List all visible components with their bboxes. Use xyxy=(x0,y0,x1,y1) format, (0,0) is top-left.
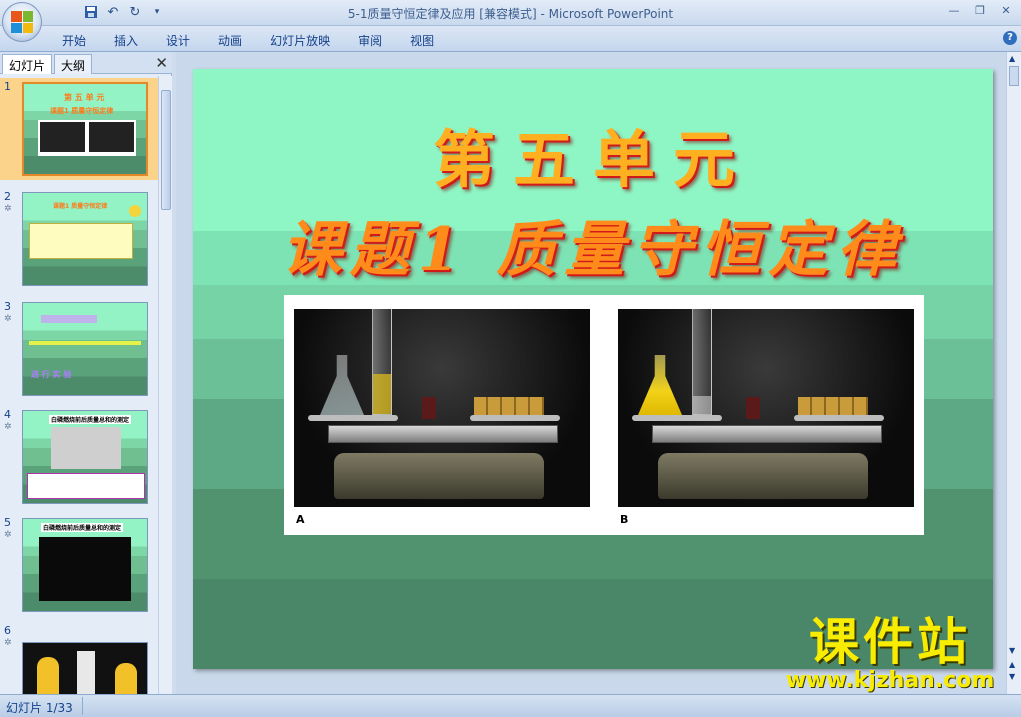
balance-photo[interactable]: A B xyxy=(284,295,924,535)
tab-slides[interactable]: 幻灯片 xyxy=(2,54,53,74)
thumb-preview: 进 行 实 验 xyxy=(22,302,148,396)
slide-thumbnail-2[interactable]: 2 ✲ 课题1 质量守恒定律 xyxy=(0,188,158,290)
right-pan xyxy=(794,415,884,421)
photo-b xyxy=(618,309,914,507)
slide-thumbnail-5[interactable]: 5 ✲ 白磷燃烧前后质量总和的测定 xyxy=(0,514,158,616)
office-logo-icon xyxy=(11,11,33,33)
tab-review[interactable]: 审阅 xyxy=(344,30,396,51)
help-icon[interactable]: ? xyxy=(1003,31,1017,45)
scroll-thumb[interactable] xyxy=(161,90,171,210)
thumb-number: 6 xyxy=(4,624,11,637)
title-bar: ↶ ↻ ▾ 5-1质量守恒定律及应用 [兼容模式] - Microsoft Po… xyxy=(0,0,1021,26)
animation-star-icon: ✲ xyxy=(4,530,12,540)
tab-design[interactable]: 设计 xyxy=(152,30,204,51)
thumb-preview: 课题1 质量守恒定律 xyxy=(22,192,148,286)
slide-counter: 幻灯片 1/33 xyxy=(6,701,73,715)
tab-outline[interactable]: 大纲 xyxy=(54,54,93,74)
flask xyxy=(320,355,364,415)
thumb-number: 3 xyxy=(4,300,11,313)
balance-base xyxy=(658,453,868,499)
watermark-url: www.kjzhan.com xyxy=(785,668,995,693)
slide-title-lesson[interactable]: 课题1 质量守恒定律 xyxy=(193,201,993,288)
scroll-thumb[interactable] xyxy=(1009,66,1019,86)
scroll-up-icon[interactable]: ▲ xyxy=(1009,54,1015,63)
photo-label-b: B xyxy=(620,513,629,526)
watermark: 课件站 www.kjzhan.com xyxy=(770,614,1010,692)
graduated-cylinder xyxy=(372,309,392,415)
thumb-number: 5 xyxy=(4,516,11,529)
left-pan xyxy=(632,415,722,421)
ribbon-tabs: 开始 插入 设计 动画 幻灯片放映 审阅 视图 xyxy=(48,30,448,51)
balance-base xyxy=(334,453,544,499)
photo-label-a: A xyxy=(296,513,305,526)
window-controls: — ❐ ✕ xyxy=(945,3,1015,19)
animation-star-icon: ✲ xyxy=(4,422,12,432)
thumb-text: 进 行 实 验 xyxy=(31,370,72,379)
thumb-text: 白磷燃烧前后质量总和的测定 xyxy=(41,523,124,532)
weights xyxy=(798,397,868,415)
thumb-text: 白磷燃烧前后质量总和的测定 xyxy=(49,415,132,424)
pane-tabs: 幻灯片 大纲 ✕ xyxy=(0,52,172,74)
photo-a xyxy=(294,309,590,507)
slide-editing-area: 第五单元 课题1 质量守恒定律 A B xyxy=(176,52,1006,694)
balance-beam xyxy=(652,425,882,443)
thumb-text: 课题1 质量守恒定律 xyxy=(50,107,114,115)
slide-title-unit[interactable]: 第五单元 xyxy=(193,109,993,199)
thumbnail-list: 1 第 五 单 元 课题1 质量守恒定律 2 ✲ 课题1 质量守恒定律 3 ✲ … xyxy=(0,76,158,694)
animation-star-icon: ✲ xyxy=(4,204,12,214)
slide-thumbnail-4[interactable]: 4 ✲ 白磷燃烧前后质量总和的测定 xyxy=(0,406,158,508)
thumb-text: 课题1 质量守恒定律 xyxy=(53,203,108,210)
close-icon[interactable]: ✕ xyxy=(997,3,1015,19)
minimize-icon[interactable]: — xyxy=(945,3,963,19)
watermark-brand: 课件站 xyxy=(809,613,971,671)
thumb-preview: 白磷燃烧前后质量总和的测定 xyxy=(22,518,148,612)
animation-star-icon: ✲ xyxy=(4,638,12,648)
tab-slide-show[interactable]: 幻灯片放映 xyxy=(256,30,344,51)
ribbon: 开始 插入 设计 动画 幻灯片放映 审阅 视图 ? xyxy=(0,26,1021,52)
restore-icon[interactable]: ❐ xyxy=(971,3,989,19)
close-pane-icon[interactable]: ✕ xyxy=(155,54,168,72)
thumb-preview: 第 五 单 元 课题1 质量守恒定律 xyxy=(22,82,148,176)
current-slide[interactable]: 第五单元 课题1 质量守恒定律 A B xyxy=(193,69,993,669)
slide-thumbnail-6[interactable]: 6 ✲ xyxy=(0,622,158,694)
status-bar: 幻灯片 1/33 xyxy=(0,694,1021,717)
thumb-preview: 白磷燃烧前后质量总和的测定 xyxy=(22,410,148,504)
slides-pane: 幻灯片 大纲 ✕ 1 第 五 单 元 课题1 质量守恒定律 2 ✲ 课题1 质量… xyxy=(0,52,172,694)
thumb-number: 1 xyxy=(4,80,11,93)
flask xyxy=(638,355,682,415)
tab-animations[interactable]: 动画 xyxy=(204,30,256,51)
beaker xyxy=(422,397,436,419)
tab-insert[interactable]: 插入 xyxy=(100,30,152,51)
weights xyxy=(474,397,544,415)
right-pan xyxy=(470,415,560,421)
slide-thumbnail-1[interactable]: 1 第 五 单 元 课题1 质量守恒定律 xyxy=(0,78,158,180)
balance-beam xyxy=(328,425,558,443)
thumb-text: 第 五 单 元 xyxy=(64,93,105,102)
slide-scrollbar[interactable]: ▲ ▼ ▲ ▼ xyxy=(1006,52,1021,694)
thumbnail-scrollbar[interactable] xyxy=(158,76,172,694)
status-divider xyxy=(82,697,83,715)
left-pan xyxy=(308,415,398,421)
thumb-preview xyxy=(22,642,148,694)
thumb-number: 2 xyxy=(4,190,11,203)
beaker xyxy=(746,397,760,419)
tab-home[interactable]: 开始 xyxy=(48,30,100,51)
office-button[interactable] xyxy=(2,2,42,42)
window-title: 5-1质量守恒定律及应用 [兼容模式] - Microsoft PowerPoi… xyxy=(347,7,674,21)
slide-thumbnail-3[interactable]: 3 ✲ 进 行 实 验 xyxy=(0,298,158,400)
thumb-photo xyxy=(38,120,136,156)
graduated-cylinder xyxy=(692,309,712,415)
smiley-icon xyxy=(129,205,141,217)
thumb-number: 4 xyxy=(4,408,11,421)
animation-star-icon: ✲ xyxy=(4,314,12,324)
tab-view[interactable]: 视图 xyxy=(396,30,448,51)
